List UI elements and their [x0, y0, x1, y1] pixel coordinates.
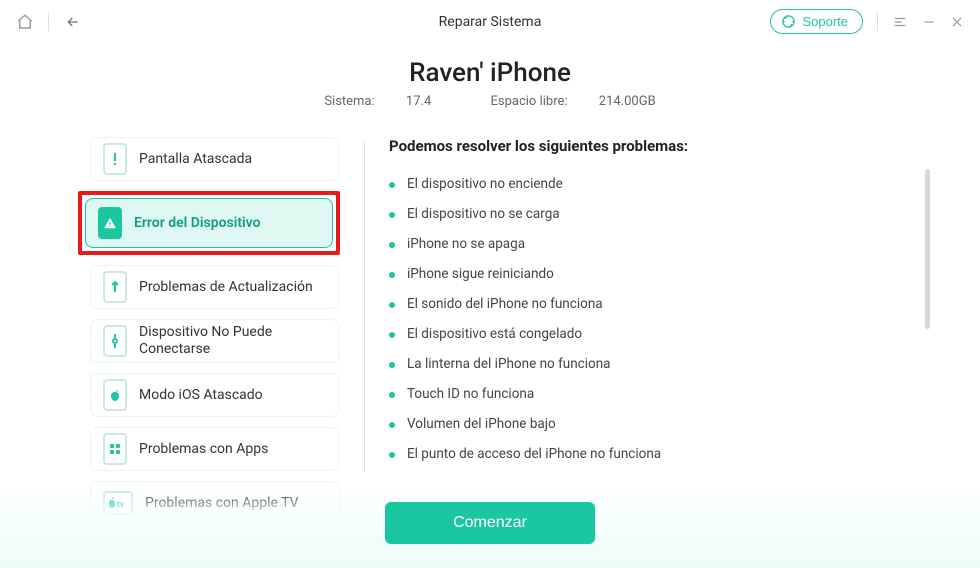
category-list: Pantalla Atascada Error del Dispositivo …	[40, 133, 340, 488]
list-item: iPhone no se apaga	[389, 229, 902, 259]
list-item: iPhone sigue reiniciando	[389, 259, 902, 289]
device-subinfo: Sistema: 17.4 Espacio libre: 214.00GB	[0, 94, 980, 109]
phone-connect-icon	[103, 325, 127, 357]
category-app-problems[interactable]: Problemas con Apps	[90, 427, 340, 471]
list-item: El sonido del iPhone no funciona	[389, 289, 902, 319]
footer: Comenzar	[0, 488, 980, 568]
titlebar-left	[16, 13, 83, 31]
category-label: Modo iOS Atascado	[139, 387, 263, 404]
menu-icon[interactable]	[892, 15, 908, 29]
scrollbar[interactable]	[925, 169, 930, 329]
device-name: Raven' iPhone	[0, 58, 980, 88]
list-item: El dispositivo está congelado	[389, 319, 902, 349]
system-info: Sistema: 17.4	[310, 94, 448, 109]
category-device-error[interactable]: Error del Dispositivo	[85, 198, 333, 248]
category-label: Pantalla Atascada	[139, 151, 252, 168]
start-button[interactable]: Comenzar	[385, 502, 595, 544]
divider	[877, 13, 878, 31]
back-icon[interactable]	[63, 14, 83, 30]
selection-highlight: Error del Dispositivo	[78, 191, 340, 255]
main-content: Pantalla Atascada Error del Dispositivo …	[0, 115, 980, 488]
issues-panel: Podemos resolver los siguientes problema…	[389, 133, 940, 488]
phone-alert-icon	[103, 143, 127, 175]
minimize-icon[interactable]	[922, 15, 936, 29]
category-label: Dispositivo No Puede Conectarse	[139, 324, 327, 358]
phone-warning-icon	[98, 207, 122, 239]
support-label: Soporte	[802, 14, 848, 29]
category-label: Problemas con Apps	[139, 441, 268, 458]
phone-apps-icon	[103, 433, 127, 465]
category-update-problems[interactable]: Problemas de Actualización	[90, 265, 340, 309]
support-button[interactable]: Soporte	[770, 9, 863, 34]
category-cannot-connect[interactable]: Dispositivo No Puede Conectarse	[90, 319, 340, 363]
free-space-info: Espacio libre: 214.00GB	[477, 94, 670, 109]
divider	[48, 13, 49, 31]
list-item: El dispositivo no enciende	[389, 169, 902, 199]
phone-update-icon	[103, 271, 127, 303]
app-window: Reparar Sistema Soporte Raven' iPhone Si…	[0, 0, 980, 568]
category-label: Error del Dispositivo	[134, 215, 261, 232]
issues-title: Podemos resolver los siguientes problema…	[389, 137, 940, 155]
titlebar-right: Soporte	[770, 9, 964, 34]
issues-list: El dispositivo no enciende El dispositiv…	[389, 169, 940, 469]
phone-apple-icon	[103, 379, 127, 411]
category-stuck-screen[interactable]: Pantalla Atascada	[90, 137, 340, 181]
category-label: Problemas de Actualización	[139, 279, 313, 296]
list-item: El punto de acceso del iPhone no funcion…	[389, 439, 902, 469]
close-icon[interactable]	[950, 15, 964, 29]
titlebar: Reparar Sistema Soporte	[0, 0, 980, 44]
device-header: Raven' iPhone Sistema: 17.4 Espacio libr…	[0, 44, 980, 115]
list-item: Touch ID no funciona	[389, 379, 902, 409]
list-item: La linterna del iPhone no funciona	[389, 349, 902, 379]
list-item: El dispositivo no se carga	[389, 199, 902, 229]
category-ios-stuck[interactable]: Modo iOS Atascado	[90, 373, 340, 417]
list-item: Volumen del iPhone bajo	[389, 409, 902, 439]
column-divider	[364, 141, 365, 472]
home-icon[interactable]	[16, 13, 34, 31]
